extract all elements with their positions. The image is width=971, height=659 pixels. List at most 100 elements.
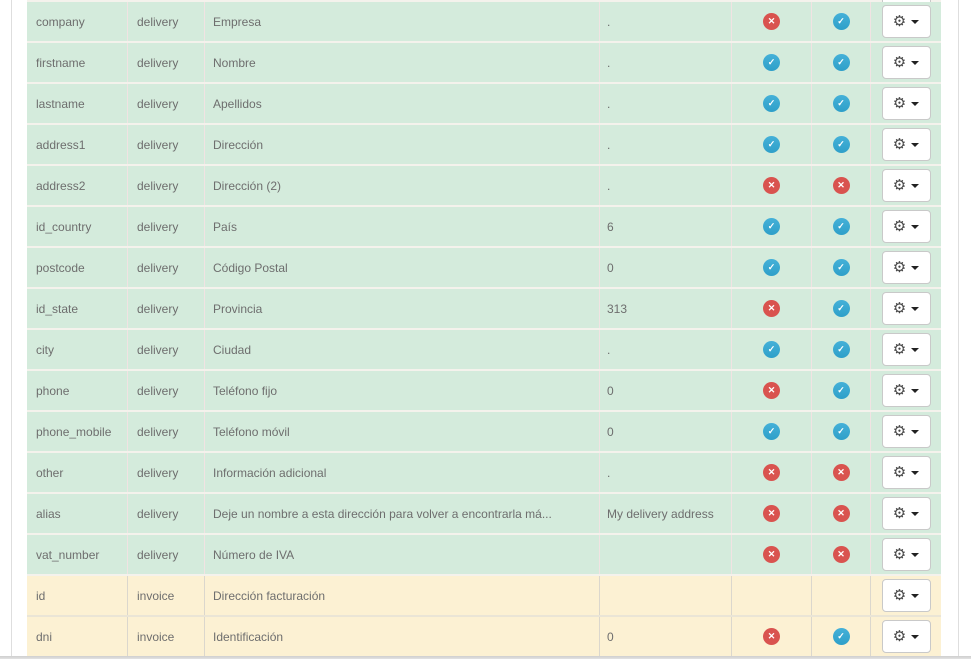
check-icon: ✓ [763,54,780,71]
field-label-cell: Información adicional [205,453,600,492]
table-row: postcode delivery Código Postal 0 ✓ ✓ ⚙ [27,248,941,289]
actions-cell: ⚙ [871,207,941,246]
actions-cell: ⚙ [871,43,941,82]
table-row: company delivery Empresa . ✕ ✓ ⚙ [27,2,941,43]
status-cell-displayed: ✓ [812,412,871,451]
field-name-cell: vat_number [27,535,128,574]
actions-cell: ⚙ [871,166,941,205]
gear-icon: ⚙ [892,545,907,563]
status-cell-displayed: ✓ [812,330,871,369]
row-actions-button[interactable]: ⚙ [881,374,931,407]
actions-cell: ⚙ [871,453,941,492]
field-name-cell: dni [27,617,128,656]
field-name-cell: address2 [27,166,128,205]
status-cell-displayed: ✓ [812,207,871,246]
field-value-cell [600,535,732,574]
field-name-cell: id_state [27,289,128,328]
caret-down-icon [911,429,920,434]
address-type-cell: delivery [128,494,205,533]
status-cell-required: ✓ [732,412,812,451]
field-value-cell: . [600,166,732,205]
table-row: firstname delivery Nombre . ✓ ✓ ⚙ [27,43,941,84]
caret-down-icon [911,470,920,475]
clipped-row-top [27,0,941,2]
actions-cell: ⚙ [871,576,941,615]
panel-right-border [958,0,959,659]
check-icon: ✓ [832,382,850,399]
gear-icon: ⚙ [892,135,907,153]
row-actions-button[interactable]: ⚙ [881,333,931,366]
actions-cell: ⚙ [871,535,941,574]
check-icon: ✓ [832,341,850,358]
check-icon: ✓ [763,136,780,153]
caret-down-icon [911,552,920,557]
field-name-cell: firstname [27,43,128,82]
address-type-cell: delivery [128,2,205,41]
actions-cell: ⚙ [871,125,941,164]
check-icon: ✓ [832,628,850,645]
status-cell-required: ✓ [732,330,812,369]
cross-icon: ✕ [763,546,780,563]
row-actions-button[interactable]: ⚙ [881,497,931,530]
status-cell-required: ✕ [732,2,812,41]
field-name-cell: lastname [27,84,128,123]
row-actions-button[interactable]: ⚙ [881,169,931,202]
row-actions-button[interactable]: ⚙ [881,251,931,284]
check-icon: ✓ [763,95,780,112]
actions-cell: ⚙ [871,2,941,41]
status-cell-displayed: ✓ [812,2,871,41]
status-cell-displayed: ✓ [812,371,871,410]
cross-icon: ✕ [763,177,780,194]
row-actions-button[interactable]: ⚙ [881,5,931,38]
row-actions-button[interactable]: ⚙ [881,415,931,448]
table-row: address1 delivery Dirección . ✓ ✓ ⚙ [27,125,941,166]
row-actions-button[interactable]: ⚙ [881,292,931,325]
gear-icon: ⚙ [892,340,907,358]
status-cell-required: ✓ [732,207,812,246]
status-cell-required: ✕ [732,166,812,205]
field-value-cell: 0 [600,371,732,410]
status-cell-required: ✕ [732,494,812,533]
caret-down-icon [911,19,920,24]
field-label-cell: Deje un nombre a esta dirección para vol… [205,494,600,533]
fields-table: company delivery Empresa . ✕ ✓ ⚙ firstna… [27,0,941,659]
status-cell-displayed: ✓ [812,289,871,328]
status-cell-displayed: ✓ [812,617,871,656]
field-value-cell: My delivery address [600,494,732,533]
status-cell-displayed: ✕ [812,166,871,205]
row-actions-button[interactable]: ⚙ [881,620,931,653]
address-type-cell: delivery [128,43,205,82]
clipped-actions-button[interactable] [882,0,931,2]
row-actions-button[interactable]: ⚙ [881,128,931,161]
row-actions-button[interactable]: ⚙ [881,579,931,612]
row-actions-button[interactable]: ⚙ [881,538,931,571]
field-label-cell: Identificación [205,617,600,656]
cross-icon: ✕ [832,546,850,563]
table-row: vat_number delivery Número de IVA ✕ ✕ ⚙ [27,535,941,576]
cross-icon: ✕ [763,300,780,317]
row-actions-button[interactable]: ⚙ [881,210,931,243]
field-name-cell: id [27,576,128,615]
address-type-cell: delivery [128,248,205,287]
caret-down-icon [911,593,920,598]
actions-cell: ⚙ [871,248,941,287]
gear-icon: ⚙ [892,504,907,522]
table-row: city delivery Ciudad . ✓ ✓ ⚙ [27,330,941,371]
check-icon: ✓ [763,259,780,276]
gear-icon: ⚙ [892,217,907,235]
address-type-cell: delivery [128,453,205,492]
status-cell-displayed: ✓ [812,125,871,164]
table-row: id invoice Dirección facturación ⚙ [27,576,941,617]
field-label-cell: Dirección (2) [205,166,600,205]
status-cell-required [732,576,812,615]
field-name-cell: phone [27,371,128,410]
table-row: lastname delivery Apellidos . ✓ ✓ ⚙ [27,84,941,125]
caret-down-icon [911,142,920,147]
check-icon: ✓ [763,423,780,440]
row-actions-button[interactable]: ⚙ [881,46,931,79]
status-cell-displayed: ✕ [812,535,871,574]
check-icon: ✓ [763,218,780,235]
row-actions-button[interactable]: ⚙ [881,456,931,489]
status-cell-displayed: ✕ [812,453,871,492]
row-actions-button[interactable]: ⚙ [881,87,931,120]
